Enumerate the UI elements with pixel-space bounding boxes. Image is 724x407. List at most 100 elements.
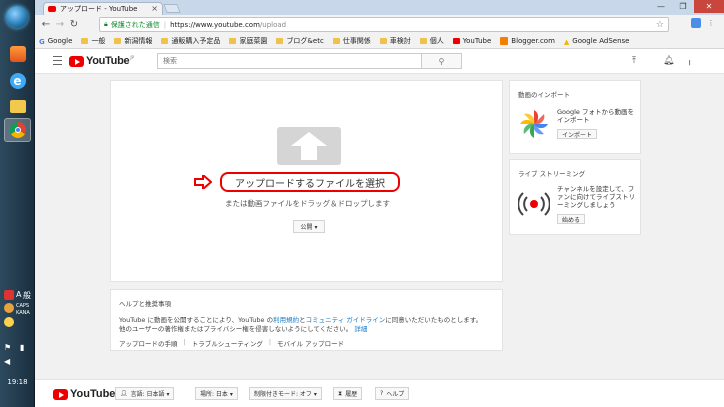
extension-icons: ⋮ (691, 18, 716, 28)
import-card-desc: Google フォトから動画をインポート (557, 108, 634, 124)
live-streaming-icon (518, 192, 550, 216)
link-divider: | (268, 338, 272, 346)
guidelines-link[interactable]: コミュニティ ガイドライン (306, 316, 386, 324)
search-button[interactable]: ⚲ (421, 54, 461, 68)
red-arrow-icon (194, 175, 212, 189)
start-button[interactable] (6, 6, 28, 28)
restricted-mode-button[interactable]: 制限付きモード: オフ ▾ (249, 387, 322, 400)
blogger-icon (500, 37, 509, 45)
language-button[interactable]: 👤︎ 言語: 日本語 ▾ (115, 387, 175, 400)
upload-icon[interactable]: ⤒ (632, 56, 636, 66)
upload-guide-link[interactable]: アップロードの手順 (119, 338, 178, 348)
bookmark-label: 通販購入予定品 (171, 37, 221, 45)
bookmark-label: 家庭菜園 (239, 37, 268, 45)
bookmark-blogger[interactable]: Blogger.com (500, 37, 555, 45)
back-arrow-icon[interactable]: ← (39, 19, 53, 30)
kana-indicator: KANA (16, 310, 30, 316)
settings-tray-icon[interactable] (4, 317, 14, 327)
footer-wordmark: YouTube (70, 388, 116, 400)
notifications-bell-icon[interactable]: 🔔︎ (663, 56, 674, 66)
tab-youtube-upload[interactable]: アップロード - YouTube × (43, 2, 163, 15)
address-bar[interactable]: 🔒︎ 保護された通信 | https://www.youtube.com/upl… (99, 17, 669, 32)
minimize-button[interactable]: — (650, 0, 672, 13)
bookmark-folder[interactable]: 個人 (419, 36, 444, 46)
media-player-icon[interactable] (4, 42, 31, 66)
bookmark-folder[interactable]: ブログ&etc (276, 36, 324, 46)
hamburger-menu-icon[interactable] (53, 56, 62, 65)
flag-icon[interactable]: ⚑ (4, 343, 14, 353)
network-icon[interactable]: ▮ (20, 343, 30, 353)
internet-explorer-icon[interactable]: e (4, 69, 31, 93)
start-live-button[interactable]: 始める (557, 214, 586, 224)
help-text-segment: 他のユーザーの著作権またはプライバシー権を侵害しないようにしてください。 (119, 325, 353, 333)
lock-icon[interactable]: 🔒︎ (104, 20, 108, 29)
upload-card: アップロードするファイルを選択 または動画ファイルをドラッグ＆ドロップします 公… (110, 80, 503, 282)
help-text: YouTube に動画を公開することにより、YouTube の利用規約とコミュニ… (119, 316, 494, 334)
folder-icon (161, 38, 169, 44)
upload-arrow-icon[interactable] (277, 127, 341, 165)
privacy-dropdown[interactable]: 公開 ▾ (293, 220, 325, 233)
terms-link[interactable]: 利用規約 (273, 316, 299, 324)
folder-icon (332, 38, 340, 44)
chrome-taskbar-icon[interactable] (4, 118, 31, 142)
footer-youtube-logo[interactable]: YouTube (53, 388, 115, 400)
url-path: /upload (259, 20, 287, 29)
language-icon: 👤︎ (120, 390, 128, 397)
new-tab-button[interactable] (163, 4, 181, 13)
bookmark-folder[interactable]: 一般 (81, 36, 105, 46)
menu-icon[interactable]: ⋮ (706, 18, 716, 28)
file-explorer-icon[interactable] (4, 94, 31, 118)
youtube-play-icon (69, 55, 84, 67)
bookmark-adsense[interactable]: ▲ Google AdSense (563, 37, 630, 46)
folder-icon (276, 38, 284, 44)
adsense-icon: ▲ (563, 38, 570, 46)
mobile-upload-link[interactable]: モバイル アップロード (277, 338, 344, 348)
bookmark-folder[interactable]: 新潟情報 (114, 36, 152, 46)
bookmark-folder[interactable]: 通販購入予定品 (161, 36, 220, 46)
youtube-page: YouTube JP ⚲ ⤒ 🔔︎ ╷ アップロードするファイルを選択 または動… (35, 49, 724, 407)
bookmarks-bar: G Google 一般 新潟情報 通販購入予定品 家庭菜園 ブログ&etc 仕事関… (35, 34, 724, 49)
maximize-button[interactable]: ❐ (672, 0, 694, 13)
youtube-logo[interactable]: YouTube JP (69, 55, 134, 67)
reload-icon[interactable]: ↻ (67, 19, 81, 30)
folder-icon (379, 38, 387, 44)
extension-icon[interactable] (691, 18, 701, 28)
account-avatar[interactable]: ╷ (687, 56, 692, 66)
import-button[interactable]: インポート (557, 129, 598, 139)
bookmark-folder[interactable]: 車検討 (379, 36, 411, 46)
ime-icon[interactable] (4, 290, 14, 300)
youtube-header: YouTube JP ⚲ ⤒ 🔔︎ ╷ (35, 49, 724, 74)
troubleshooting-link[interactable]: トラブルシューティング (192, 338, 263, 348)
search-input[interactable] (158, 54, 428, 68)
tab-strip: アップロード - YouTube × — ❐ ✕ (35, 0, 724, 15)
bookmark-folder[interactable]: 仕事関係 (332, 36, 371, 46)
youtube-favicon-icon (48, 6, 56, 12)
tab-close-icon[interactable]: × (151, 4, 158, 13)
bookmark-label: 仕事関係 (342, 37, 371, 45)
taskbar-clock[interactable]: 19:18 (0, 378, 35, 386)
help-tray-icon[interactable] (4, 303, 14, 313)
bookmark-youtube[interactable]: YouTube (452, 37, 491, 45)
chrome-window: アップロード - YouTube × — ❐ ✕ ← → ↻ 🔒︎ 保護された通… (35, 0, 724, 407)
detail-link[interactable]: 詳細 (354, 325, 367, 333)
history-button[interactable]: ⧗ 履歴 (333, 387, 363, 400)
bookmark-star-icon[interactable]: ☆ (656, 20, 664, 30)
history-label: 履歴 (345, 391, 358, 398)
folder-icon (81, 38, 89, 44)
tab-title: アップロード - YouTube (60, 5, 138, 13)
bookmark-google[interactable]: G Google (39, 37, 72, 46)
help-button[interactable]: ? ヘルプ (375, 387, 410, 400)
close-window-button[interactable]: ✕ (694, 0, 724, 13)
bookmark-folder[interactable]: 家庭菜園 (229, 36, 267, 46)
forward-arrow-icon[interactable]: → (53, 19, 67, 30)
hourglass-icon: ⧗ (338, 389, 343, 397)
help-title: ヘルプと推奨事項 (119, 300, 171, 308)
select-file-button[interactable]: アップロードするファイルを選択 (220, 172, 400, 192)
volume-icon[interactable]: ◀ (4, 357, 14, 367)
live-card-desc: チャンネルを設定して、ファンに向けてライブストリーミングしましょう (557, 185, 635, 209)
window-controls: — ❐ ✕ (650, 0, 724, 13)
help-links: アップロードの手順 | トラブルシューティング | モバイル アップロード (119, 338, 494, 348)
location-button[interactable]: 場所: 日本 ▾ (195, 387, 238, 400)
youtube-play-icon (53, 388, 68, 400)
bookmark-label: Google AdSense (572, 37, 630, 45)
